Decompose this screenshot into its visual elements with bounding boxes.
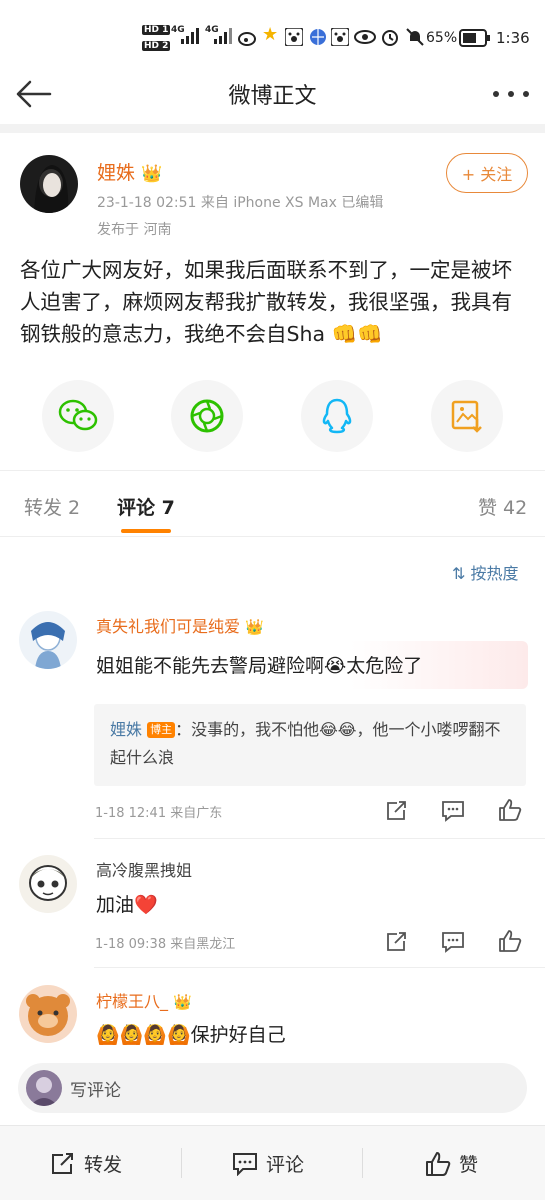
mute-bell-icon xyxy=(406,28,424,46)
clock: 1:36 xyxy=(496,29,530,47)
sort-label: 按热度 xyxy=(470,564,519,583)
commenter-name[interactable]: 高冷腹黑拽姐 xyxy=(96,857,192,881)
save-image-button[interactable] xyxy=(431,380,503,452)
like-comment-button[interactable] xyxy=(496,796,524,824)
alarm-icon xyxy=(382,30,398,46)
reply-preview[interactable]: 娌姝 博主 ：没事的，我不怕他😂😂，他一个小喽啰翻不起什么浪 xyxy=(94,704,526,786)
paw-app-icon xyxy=(285,28,303,46)
commenter-name[interactable]: 真失礼我们可是纯爱 👑 xyxy=(96,613,264,637)
share-moments-button[interactable] xyxy=(171,380,243,452)
author-name[interactable]: 娌姝 👑 xyxy=(97,158,162,185)
thumbs-up-icon xyxy=(499,930,522,952)
share-comment-button[interactable] xyxy=(382,797,410,825)
nav-bar: 微博正文 xyxy=(0,62,545,124)
eye-icon xyxy=(354,30,376,44)
hd2-badge: HD 2 xyxy=(142,41,171,51)
comment-placeholder: 写评论 xyxy=(70,1081,121,1101)
share-wechat-button[interactable] xyxy=(42,380,114,452)
crown-badge-icon: 👑 xyxy=(245,618,264,636)
comment-text: 🙆🙆🙆🙆保护好自己 xyxy=(96,1024,286,1046)
commenter-avatar[interactable] xyxy=(19,611,77,669)
comment-text: 姐姐能不能先去警局避险啊😭太危险了 xyxy=(96,655,423,677)
crown-badge-icon: 👑 xyxy=(173,993,192,1011)
avatar-image xyxy=(19,611,77,669)
like-button[interactable]: 赞 xyxy=(425,1150,478,1177)
comment-icon xyxy=(233,1152,257,1176)
comment-meta: 1-18 09:38 来自黑龙江 xyxy=(95,937,236,952)
qq-icon xyxy=(322,398,352,434)
wechat-icon xyxy=(58,399,98,431)
avatar-image xyxy=(19,855,77,913)
battery-percent: 65% xyxy=(426,30,458,46)
section-divider xyxy=(0,124,545,133)
reply-comment-button[interactable] xyxy=(439,797,467,825)
avatar-image xyxy=(20,155,78,213)
like-comment-button[interactable] xyxy=(496,927,524,955)
share-comment-button[interactable] xyxy=(382,928,410,956)
my-avatar xyxy=(26,1070,62,1106)
crown-badge-icon: 👑 xyxy=(141,164,163,184)
tab-repost[interactable]: 转发 2 xyxy=(24,493,80,520)
status-bar: HD 1 HD 2 4G 4G ★ 65% 1:36 xyxy=(0,0,545,62)
tabs-top-divider xyxy=(0,470,545,471)
save-image-icon xyxy=(451,400,482,433)
reply-comment-button[interactable] xyxy=(439,928,467,956)
tab-active-indicator xyxy=(121,529,171,533)
share-icon xyxy=(387,932,406,951)
comment-icon xyxy=(442,932,464,953)
bottom-separator xyxy=(181,1148,182,1178)
post-meta: 23-1-18 02:51 来自 iPhone XS Max 已编辑 xyxy=(97,195,384,211)
comment-button[interactable]: 评论 xyxy=(232,1150,304,1177)
comment-input[interactable]: 写评论 xyxy=(18,1063,527,1113)
more-dots-icon xyxy=(493,91,529,97)
bottom-action-bar: 转发 评论 赞 xyxy=(0,1125,545,1200)
comment-text: 加油❤️ xyxy=(96,894,158,916)
tab-comments[interactable]: 评论 7 xyxy=(117,493,175,520)
comment-label: 评论 xyxy=(266,1154,305,1176)
sort-icon: ⇅ xyxy=(452,564,466,583)
avatar-image xyxy=(19,985,77,1043)
repost-label: 转发 xyxy=(84,1154,123,1176)
reply-author[interactable]: 娌姝 xyxy=(110,720,142,739)
signal2-icon xyxy=(214,28,232,44)
avatar-image xyxy=(26,1070,62,1106)
sort-button[interactable]: ⇅ 按热度 xyxy=(452,560,519,584)
hd1-badge: HD 1 xyxy=(142,25,171,35)
paw-app2-icon xyxy=(331,28,349,46)
commenter-name[interactable]: 柠檬王八_ 👑 xyxy=(96,988,192,1012)
thumbs-up-icon xyxy=(499,799,522,821)
sim-indicators: HD 1 HD 2 xyxy=(142,22,171,52)
comment-divider xyxy=(94,967,545,968)
author-avatar[interactable] xyxy=(20,155,78,213)
globe-app-icon xyxy=(310,29,326,45)
repost-icon xyxy=(52,1152,73,1174)
moments-icon xyxy=(190,399,224,433)
more-button[interactable] xyxy=(486,76,536,112)
post-location: 发布于 河南 xyxy=(97,222,172,238)
tab-likes[interactable]: 赞 42 xyxy=(478,493,527,520)
page-title: 微博正文 xyxy=(228,84,317,109)
bottom-separator xyxy=(362,1148,363,1178)
post-body: 各位广大网友好，如果我后面联系不到了，一定是被坏人迫害了，麻烦网友帮我扩散转发，… xyxy=(20,258,512,346)
share-qq-button[interactable] xyxy=(301,380,373,452)
weibo-icon xyxy=(238,32,256,46)
comment-divider xyxy=(94,838,545,839)
commenter-avatar[interactable] xyxy=(19,855,77,913)
tabs-bottom-divider xyxy=(0,536,545,537)
author-badge: 博主 xyxy=(147,722,176,738)
commenter-avatar[interactable] xyxy=(19,985,77,1043)
star-icon: ★ xyxy=(262,24,279,45)
repost-button[interactable]: 转发 xyxy=(50,1150,122,1177)
commenter-name-text: 柠檬王八_ xyxy=(96,992,169,1011)
signal1-icon xyxy=(181,28,199,44)
battery-icon xyxy=(459,29,490,47)
share-icon xyxy=(387,801,406,820)
commenter-name-text: 真失礼我们可是纯爱 xyxy=(96,617,241,636)
author-name-text: 娌姝 xyxy=(97,162,136,184)
thumbs-up-icon xyxy=(426,1151,451,1176)
comment-icon xyxy=(442,801,464,822)
comment-meta: 1-18 12:41 来自广东 xyxy=(95,806,223,821)
like-label: 赞 xyxy=(459,1154,479,1176)
follow-button[interactable]: + 关注 xyxy=(446,153,528,193)
